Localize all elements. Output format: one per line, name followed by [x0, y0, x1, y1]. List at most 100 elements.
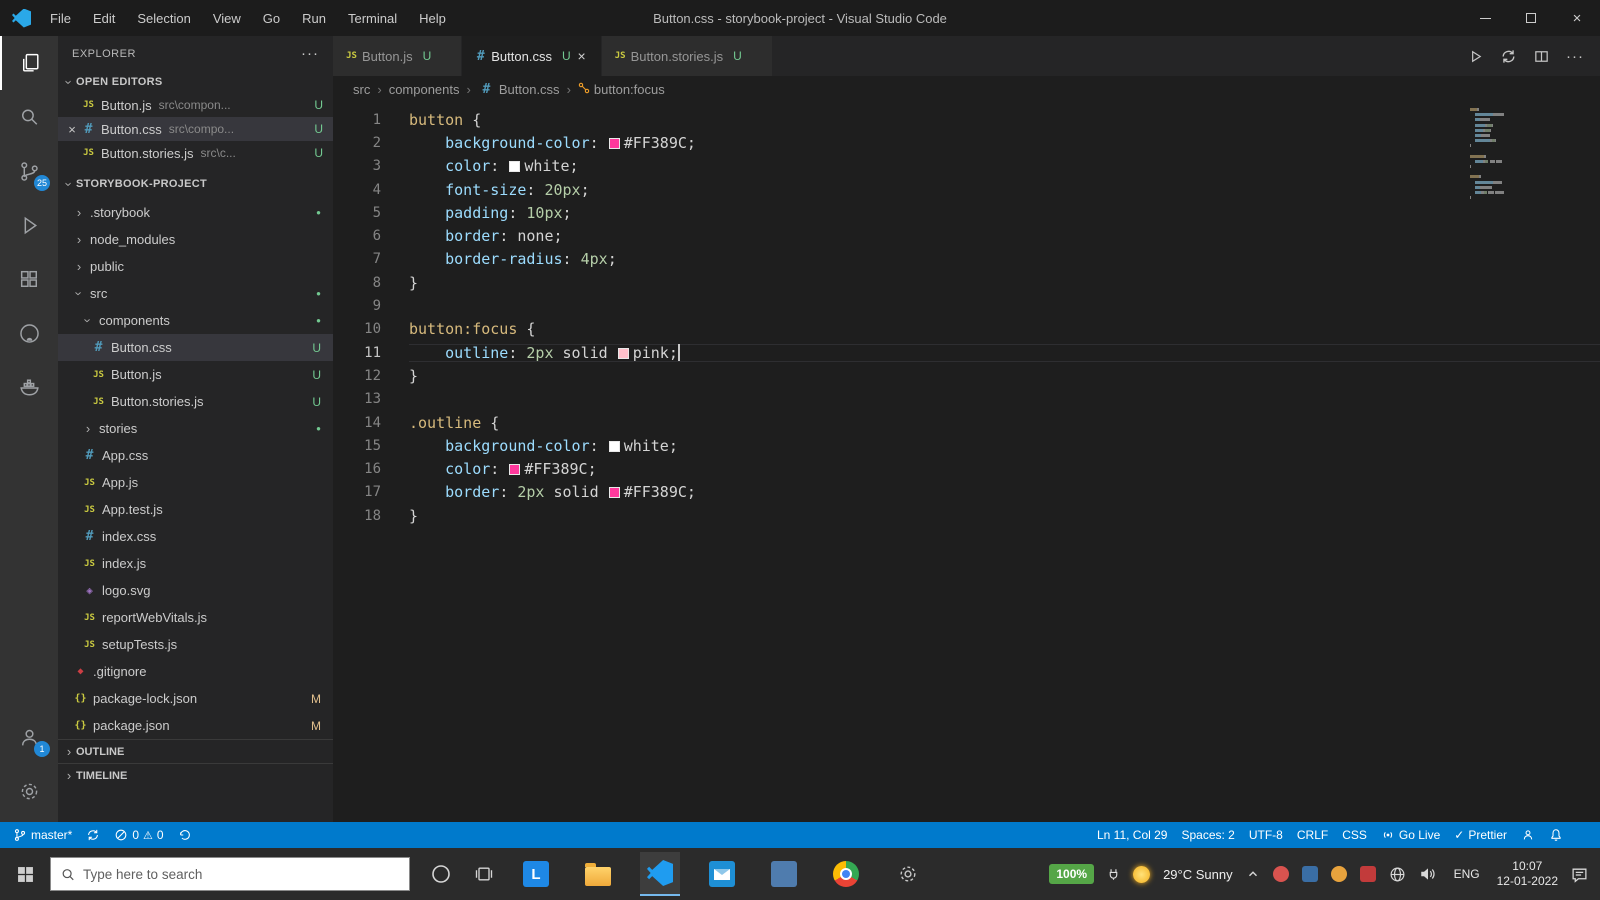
folder-components[interactable]: › components ●	[58, 307, 333, 334]
minimap[interactable]	[1470, 108, 1582, 201]
encoding-indicator[interactable]: UTF-8	[1242, 822, 1290, 848]
timeline-header[interactable]: › TIMELINE	[58, 763, 333, 787]
code-line-2[interactable]: 2 background-color: #FF389C;	[333, 131, 1600, 154]
search-activity-button[interactable]	[0, 90, 58, 144]
accounts-button[interactable]: 1	[0, 710, 58, 764]
photos-app-icon[interactable]	[764, 852, 804, 896]
l-app-icon[interactable]: L	[516, 852, 556, 896]
folder-stories[interactable]: › stories ●	[58, 415, 333, 442]
chrome-icon[interactable]	[826, 852, 866, 896]
file-button-stories-js[interactable]: JS Button.stories.js U	[58, 388, 333, 415]
file-app-js[interactable]: JS App.js	[58, 469, 333, 496]
code-line-14[interactable]: 14 .outline {	[333, 411, 1600, 434]
open-editor-button-stories-js[interactable]: JS Button.stories.js src\c... U	[58, 141, 333, 165]
code-line-18[interactable]: 18}	[333, 504, 1600, 527]
feedback-button[interactable]	[1514, 822, 1542, 848]
taskbar-search-box[interactable]	[50, 857, 410, 891]
cortana-icon[interactable]	[430, 863, 452, 885]
menu-item-selection[interactable]: Selection	[126, 0, 201, 36]
folder-src[interactable]: › src ●	[58, 280, 333, 307]
file--gitignore[interactable]: ◆ .gitignore	[58, 658, 333, 685]
action-center-icon[interactable]	[1571, 866, 1588, 883]
file-package-lock-json[interactable]: {} package-lock.json M	[58, 685, 333, 712]
file-index-js[interactable]: JS index.js	[58, 550, 333, 577]
project-header[interactable]: › STORYBOOK-PROJECT	[58, 173, 333, 195]
network-icon[interactable]	[1389, 866, 1406, 883]
taskbar-search-input[interactable]	[83, 866, 399, 882]
code-line-4[interactable]: 4 font-size: 20px;	[333, 178, 1600, 201]
run-debug-activity-button[interactable]	[0, 198, 58, 252]
settings-app-icon[interactable]	[888, 852, 928, 896]
go-live-button[interactable]: Go Live	[1374, 822, 1447, 848]
minimize-button[interactable]	[1462, 0, 1508, 36]
code-line-12[interactable]: 12}	[333, 364, 1600, 387]
eol-indicator[interactable]: CRLF	[1290, 822, 1335, 848]
breadcrumb-button-css[interactable]: # Button.css	[478, 82, 559, 97]
git-branch-indicator[interactable]: master*	[6, 822, 79, 848]
menu-item-go[interactable]: Go	[252, 0, 291, 36]
code-line-9[interactable]: 9	[333, 294, 1600, 317]
code-line-7[interactable]: 7 border-radius: 4px;	[333, 248, 1600, 271]
explorer-activity-button[interactable]	[0, 36, 58, 90]
folder-public[interactable]: › public	[58, 253, 333, 280]
docker-activity-button[interactable]	[0, 360, 58, 414]
split-editor-icon[interactable]	[1533, 48, 1550, 65]
file-logo-svg[interactable]: ◈ logo.svg	[58, 577, 333, 604]
notifications-button[interactable]	[1542, 822, 1570, 848]
indentation-indicator[interactable]: Spaces: 2	[1174, 822, 1241, 848]
language-indicator[interactable]: CSS	[1335, 822, 1374, 848]
file-app-css[interactable]: # App.css	[58, 442, 333, 469]
code-line-10[interactable]: 10 button:focus {	[333, 318, 1600, 341]
tray-app-icon-1[interactable]	[1272, 866, 1289, 882]
prettier-button[interactable]: ✓ Prettier	[1447, 822, 1514, 848]
breadcrumb-src[interactable]: src	[353, 82, 370, 97]
sidebar-more-actions-icon[interactable]: ···	[301, 45, 319, 62]
battery-indicator[interactable]: 100%	[1049, 864, 1095, 884]
tab-button-css[interactable]: # Button.css U ×	[462, 36, 602, 76]
code-line-8[interactable]: 8}	[333, 271, 1600, 294]
code-line-5[interactable]: 5 padding: 10px;	[333, 201, 1600, 224]
file-button-js[interactable]: JS Button.js U	[58, 361, 333, 388]
file-index-css[interactable]: # index.css	[58, 523, 333, 550]
github-activity-button[interactable]	[0, 306, 58, 360]
folder--storybook[interactable]: › .storybook ●	[58, 199, 333, 226]
menu-item-help[interactable]: Help	[408, 0, 457, 36]
close-window-button[interactable]: ×	[1554, 0, 1600, 36]
settings-button[interactable]	[0, 764, 58, 818]
tray-app-icon-4[interactable]	[1359, 866, 1376, 882]
file-reportwebvitals-js[interactable]: JS reportWebVitals.js	[58, 604, 333, 631]
file-app-test-js[interactable]: JS App.test.js	[58, 496, 333, 523]
open-editors-header[interactable]: › OPEN EDITORS	[58, 71, 333, 93]
sync-changes-icon[interactable]	[1500, 48, 1517, 65]
code-line-1[interactable]: 1 button {	[333, 108, 1600, 131]
code-line-16[interactable]: 16 color: #FF389C;	[333, 457, 1600, 480]
mail-app-icon[interactable]	[702, 852, 742, 896]
open-editor-button-css[interactable]: × # Button.css src\compo... U	[58, 117, 333, 141]
volume-icon[interactable]	[1419, 865, 1437, 883]
extensions-activity-button[interactable]	[0, 252, 58, 306]
tab-button-js[interactable]: JS Button.js U	[333, 36, 463, 76]
code-line-13[interactable]: 13	[333, 388, 1600, 411]
tab-button-stories-js[interactable]: JS Button.stories.js U	[601, 36, 773, 76]
keyboard-language-indicator[interactable]: ENG	[1450, 867, 1484, 881]
tray-app-icon-2[interactable]	[1301, 866, 1318, 882]
more-actions-icon[interactable]: ···	[1566, 48, 1584, 65]
tray-chevron-up-icon[interactable]	[1246, 867, 1260, 881]
source-control-activity-button[interactable]: 25	[0, 144, 58, 198]
sync-button[interactable]	[79, 822, 107, 848]
code-line-3[interactable]: 3 color: white;	[333, 155, 1600, 178]
file-explorer-icon[interactable]	[578, 852, 618, 896]
maximize-button[interactable]	[1508, 0, 1554, 36]
code-line-6[interactable]: 6 border: none;	[333, 224, 1600, 247]
menu-item-terminal[interactable]: Terminal	[337, 0, 408, 36]
code-line-11[interactable]: 11 outline: 2px solid pink;	[333, 341, 1600, 364]
tray-app-icon-3[interactable]	[1330, 866, 1347, 882]
code-line-15[interactable]: 15 background-color: white;	[333, 434, 1600, 457]
breadcrumb-button-focus[interactable]: button:focus	[578, 82, 665, 97]
history-button[interactable]	[171, 822, 199, 848]
file-package-json[interactable]: {} package.json M	[58, 712, 333, 739]
vscode-taskbar-icon[interactable]	[640, 852, 680, 896]
cursor-position-indicator[interactable]: Ln 11, Col 29	[1090, 822, 1175, 848]
menu-item-edit[interactable]: Edit	[82, 0, 126, 36]
menu-item-file[interactable]: File	[39, 0, 82, 36]
